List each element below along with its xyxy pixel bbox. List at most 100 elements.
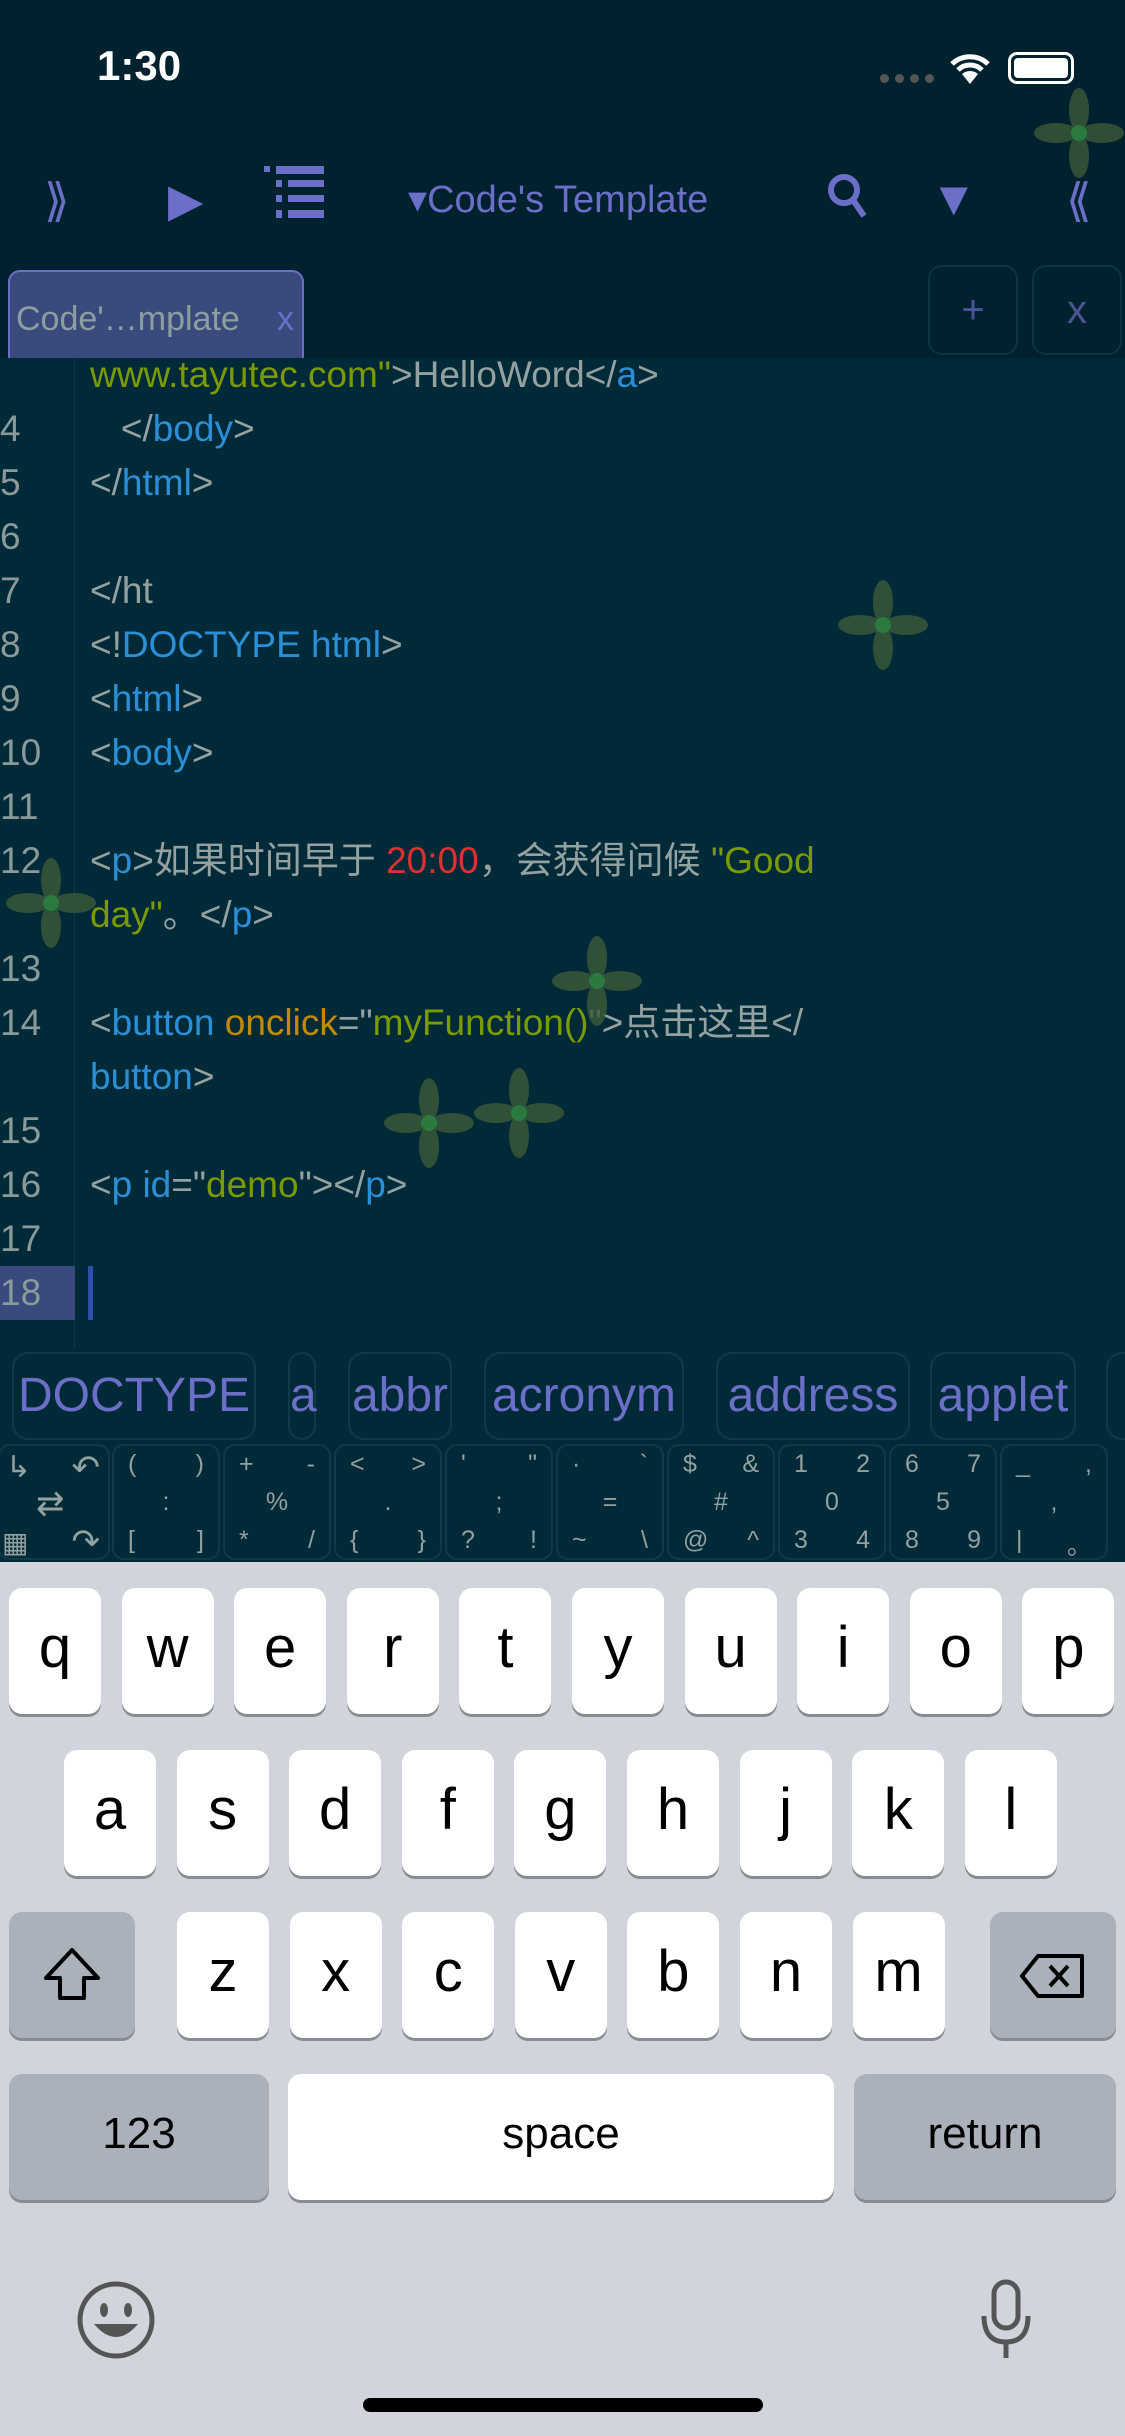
key-b[interactable]: b: [627, 1912, 720, 2038]
symbol-key[interactable]: < >. {}: [334, 1444, 442, 1560]
code-line[interactable]: <p>如果时间早于 20:00，会获得问候 "Good: [90, 834, 815, 888]
code-token: >: [637, 358, 659, 395]
key-z[interactable]: z: [177, 1912, 269, 2038]
key-l[interactable]: l: [964, 1750, 1057, 1876]
code-line[interactable]: <button onclick="myFunction()">点击这里</: [90, 996, 803, 1050]
keyboard: q w e r t y u i o p a s d f g h j k l z x c v b n m 123 space return: [0, 1562, 1125, 2436]
tab-code-template[interactable]: Code'…mplate x: [8, 270, 304, 360]
undo-icon[interactable]: ↶: [72, 1448, 101, 1488]
key-d[interactable]: d: [289, 1750, 382, 1876]
key-x[interactable]: x: [289, 1912, 382, 2038]
run-button[interactable]: ▶: [168, 170, 203, 230]
filter-icon[interactable]: ▼: [930, 170, 978, 230]
symbol-key[interactable]: 1 203 4: [778, 1444, 886, 1560]
symbol-char: %: [265, 1488, 289, 1516]
emoji-icon[interactable]: [76, 2280, 156, 2365]
key-f[interactable]: f: [401, 1750, 494, 1876]
symbol-key[interactable]: $ & # @ ^: [667, 1444, 775, 1560]
keyboard-hide-icon[interactable]: ▦: [2, 1526, 28, 1559]
key-t[interactable]: t: [459, 1588, 552, 1714]
code-line[interactable]: </body>: [90, 402, 255, 456]
symbol-key[interactable]: (): []: [112, 1444, 220, 1560]
redo-icon[interactable]: ↷: [72, 1522, 101, 1562]
completion-item[interactable]: acronym: [484, 1352, 684, 1440]
editor-tools-key[interactable]: ↳ ↶ ⇄ ▦ ↷: [0, 1444, 110, 1562]
key-o[interactable]: o: [909, 1588, 1002, 1714]
code-line[interactable]: <!DOCTYPE html>: [90, 618, 403, 672]
key-s[interactable]: s: [176, 1750, 269, 1876]
search-icon[interactable]: [826, 172, 870, 220]
return-key[interactable]: return: [854, 2074, 1116, 2200]
key-v[interactable]: v: [514, 1912, 607, 2038]
collapse-icon[interactable]: ⟪: [1066, 170, 1092, 230]
symbol-char: =: [602, 1488, 618, 1516]
completion-item[interactable]: abbr: [348, 1352, 452, 1440]
code-token: body: [111, 732, 192, 773]
code-line[interactable]: <p id="demo"></p>: [90, 1158, 407, 1212]
symbol-key[interactable]: _,, | 。: [1000, 1444, 1108, 1560]
completion-item[interactable]: a: [1106, 1352, 1125, 1440]
code-token: >HelloWord: [391, 358, 585, 395]
symbol-char: @: [683, 1526, 709, 1554]
code-token: <: [90, 678, 112, 719]
close-all-button[interactable]: x: [1032, 265, 1122, 355]
list-icon[interactable]: [262, 164, 326, 220]
key-n[interactable]: n: [740, 1912, 832, 2038]
microphone-icon[interactable]: [978, 2278, 1034, 2367]
shift-key[interactable]: [9, 1912, 135, 2038]
symbol-char: `: [639, 1450, 648, 1478]
code-token: >: [191, 462, 214, 503]
template-dropdown[interactable]: ▾Code's Template: [408, 170, 708, 230]
code-token: ，会获得问候: [478, 840, 711, 881]
code-token: p: [231, 894, 253, 935]
key-m[interactable]: m: [852, 1912, 945, 2038]
key-j[interactable]: j: [739, 1750, 832, 1876]
key-w[interactable]: w: [121, 1588, 214, 1714]
key-i[interactable]: i: [797, 1588, 890, 1714]
code-line[interactable]: www.tayutec.com">HelloWord</a>: [90, 358, 659, 402]
numbers-key[interactable]: 123: [9, 2074, 269, 2200]
code-token: p: [111, 840, 133, 881]
symbol-key[interactable]: · ` = ~ \: [556, 1444, 664, 1560]
line-number: 15: [0, 1110, 42, 1151]
completion-item[interactable]: DOCTYPE: [12, 1352, 256, 1440]
backspace-key[interactable]: [990, 1912, 1116, 2038]
completion-item[interactable]: a: [288, 1352, 317, 1440]
code-line[interactable]: button>: [90, 1050, 214, 1104]
symbol-key[interactable]: 6 758 9: [889, 1444, 997, 1560]
symbol-char: ?: [461, 1526, 475, 1554]
home-indicator[interactable]: [363, 2398, 763, 2412]
line-number: 5: [0, 462, 21, 503]
code-token: </: [90, 462, 122, 503]
key-y[interactable]: y: [572, 1588, 664, 1714]
key-p[interactable]: p: [1022, 1588, 1115, 1714]
key-q[interactable]: q: [9, 1588, 101, 1714]
key-c[interactable]: c: [402, 1912, 495, 2038]
symbol-key[interactable]: + -% * /: [223, 1444, 331, 1560]
code-line[interactable]: <html>: [90, 672, 203, 726]
code-line[interactable]: <body>: [90, 726, 213, 780]
key-h[interactable]: h: [627, 1750, 719, 1876]
code-line[interactable]: </html>: [90, 456, 213, 510]
completion-item[interactable]: applet: [930, 1352, 1076, 1440]
code-line[interactable]: </ht: [90, 564, 153, 618]
symbol-key[interactable]: ' ";?!: [445, 1444, 553, 1560]
clock: 1:30: [97, 42, 182, 89]
completion-item[interactable]: address: [716, 1352, 910, 1440]
code-token: <: [90, 732, 112, 773]
flower-decoration: [838, 580, 928, 670]
key-r[interactable]: r: [346, 1588, 439, 1714]
tab-switch-icon[interactable]: ⇄: [36, 1484, 65, 1524]
key-e[interactable]: e: [234, 1588, 327, 1714]
expand-icon[interactable]: ⟫: [44, 170, 70, 230]
code-line[interactable]: day"。</p>: [90, 888, 274, 942]
toolbar: ⟫ ▶ ▾Code's Template ▼ ⟪: [0, 88, 1125, 270]
key-g[interactable]: g: [514, 1750, 607, 1876]
space-key[interactable]: space: [288, 2074, 834, 2200]
add-tab-button[interactable]: +: [928, 265, 1018, 355]
key-k[interactable]: k: [852, 1750, 945, 1876]
close-tab-icon[interactable]: x: [277, 300, 294, 339]
key-a[interactable]: a: [64, 1750, 156, 1876]
key-u[interactable]: u: [684, 1588, 777, 1714]
code-editor[interactable]: 4 5 6 7 8 9 10 11 12 13 14 15 16 17 18 www.tayutec.com…: [0, 358, 1125, 1348]
